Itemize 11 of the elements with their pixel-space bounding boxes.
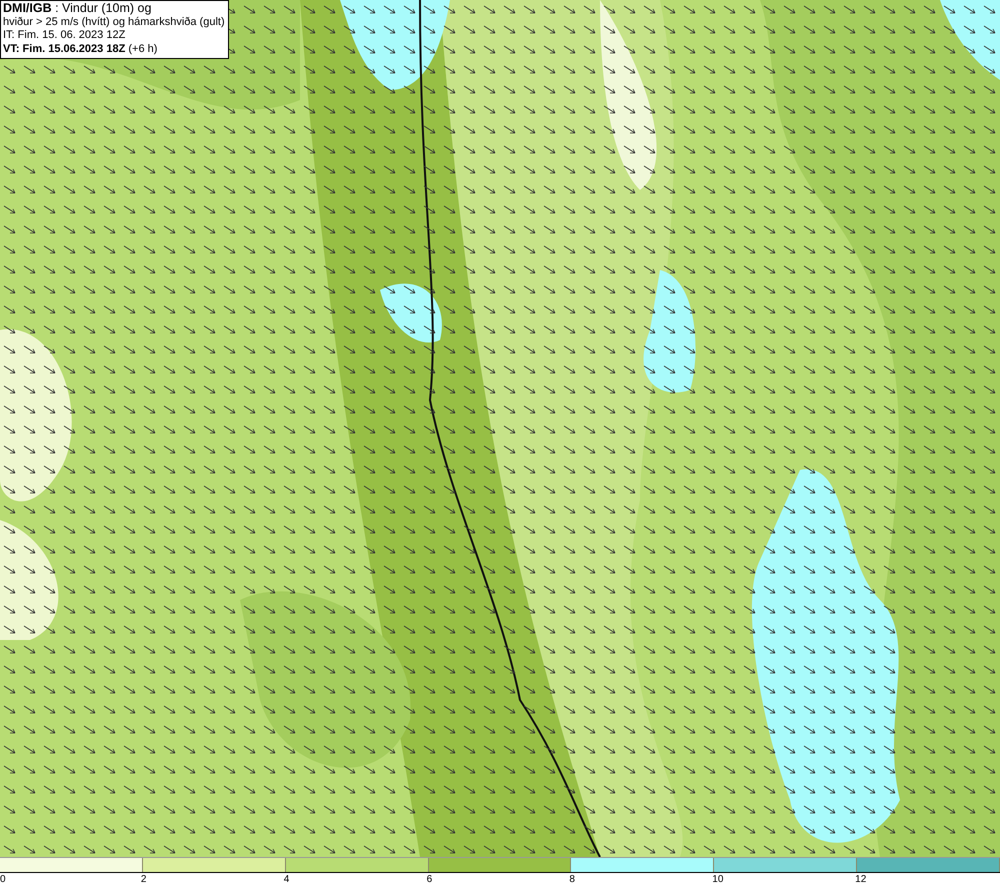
legend-tick-label: 6 <box>426 873 432 887</box>
legend-tick-label: 0 <box>0 873 6 887</box>
title-line: DMI/IGB : Vindur (10m) og <box>3 2 152 16</box>
title-line: VT: Fim. 15.06.2023 18Z (+6 h) <box>3 42 158 56</box>
title-line: hviður > 25 m/s (hvítt) og hámarkshviða (gult) <box>3 16 225 29</box>
legend-tick-label: 4 <box>284 873 290 887</box>
title-line: IT: Fim. 15. 06. 2023 12Z <box>3 29 126 42</box>
legend-tick-label: 8 <box>569 873 575 887</box>
legend-tick-label: 10 <box>712 873 724 887</box>
legend-tick-label: 2 <box>140 873 146 887</box>
legend-tick-label: 12 <box>855 873 866 887</box>
